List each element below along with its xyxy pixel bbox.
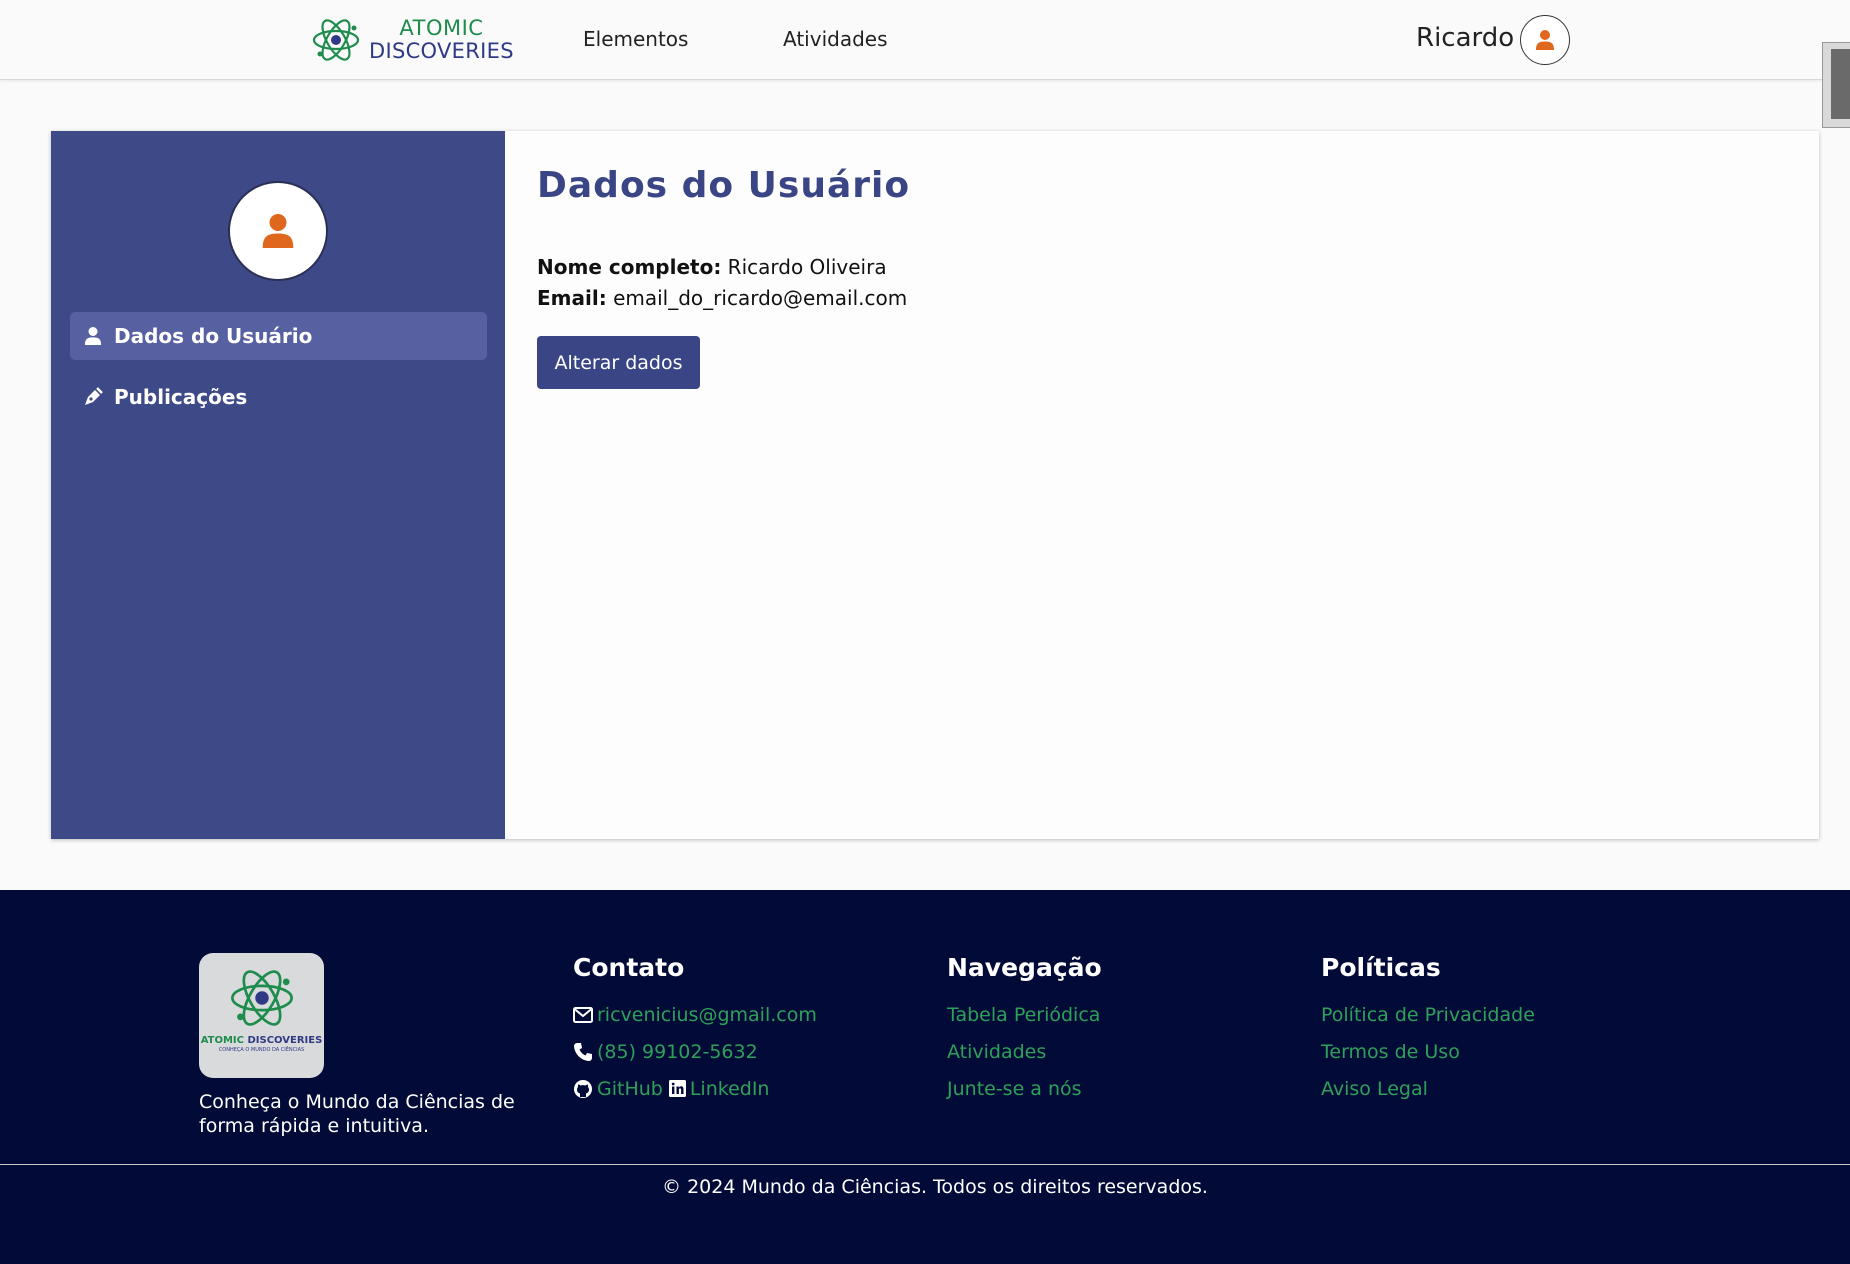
contact-email-text: ricvenicius@gmail.com xyxy=(597,1003,817,1026)
email-field: Email: email_do_ricardo@email.com xyxy=(537,286,907,310)
username-label: Ricardo xyxy=(1416,23,1515,53)
linkedin-link[interactable]: LinkedIn xyxy=(690,1078,770,1100)
footer-logo: ATOMIC DISCOVERIES CONHEÇA O MUNDO DA CI… xyxy=(199,953,324,1078)
site-logo[interactable]: ATOMIC DISCOVERIES xyxy=(311,14,521,66)
logo-text-discoveries: DISCOVERIES xyxy=(369,39,514,63)
user-icon xyxy=(84,327,102,345)
envelope-icon xyxy=(573,1006,593,1023)
pen-icon xyxy=(85,387,103,405)
footer-policies-title: Políticas xyxy=(1321,953,1441,982)
contact-social-links: GitHub LinkedIn xyxy=(573,1070,817,1107)
phone-icon xyxy=(574,1042,592,1061)
profile-sidebar: Dados do Usuário Publicações xyxy=(51,131,505,839)
footer-contact-title: Contato xyxy=(573,953,685,982)
page-title: Dados do Usuário xyxy=(537,165,911,206)
top-navbar: ATOMIC DISCOVERIES Elementos Atividades … xyxy=(0,0,1850,128)
profile-avatar xyxy=(228,181,328,281)
footer-link-tabela-periodica[interactable]: Tabela Periódica xyxy=(947,996,1102,1033)
footer-logo-tagline: CONHEÇA O MUNDO DA CIÊNCIAS xyxy=(218,1047,305,1053)
profile-card: Dados do Usuário Publicações Dados do Us… xyxy=(51,131,1819,839)
atom-icon xyxy=(230,970,293,1026)
github-icon xyxy=(574,1079,592,1098)
email-value: email_do_ricardo@email.com xyxy=(606,286,908,310)
contact-email-link[interactable]: ricvenicius@gmail.com xyxy=(573,996,817,1033)
footer-link-aviso-legal[interactable]: Aviso Legal xyxy=(1321,1070,1535,1107)
footer-link-atividades[interactable]: Atividades xyxy=(947,1033,1102,1070)
footer-navigation-title: Navegação xyxy=(947,953,1102,982)
user-icon xyxy=(262,214,294,248)
copyright-text: © 2024 Mundo da Ciências. Todos os direi… xyxy=(662,1176,1208,1198)
nav-link-atividades[interactable]: Atividades xyxy=(783,27,888,51)
footer-link-termos[interactable]: Termos de Uso xyxy=(1321,1033,1535,1070)
github-link[interactable]: GitHub xyxy=(597,1078,663,1100)
logo-text-atomic: ATOMIC xyxy=(399,16,484,40)
user-menu-button[interactable] xyxy=(1520,15,1570,65)
sidebar-item-publicacoes[interactable]: Publicações xyxy=(70,373,487,421)
full-name-field: Nome completo: Ricardo Oliveira xyxy=(537,255,887,279)
linkedin-icon xyxy=(668,1080,686,1097)
nav-link-elementos[interactable]: Elementos xyxy=(583,27,688,51)
footer-logo-text: ATOMIC DISCOVERIES xyxy=(200,1035,323,1046)
sidebar-item-label: Dados do Usuário xyxy=(114,324,313,348)
full-name-label: Nome completo: xyxy=(537,255,722,279)
side-tab-handle[interactable] xyxy=(1822,42,1850,128)
footer-divider xyxy=(0,1164,1850,1165)
footer-contact-column: Contato ricvenicius@gmail.com (85) 99102… xyxy=(573,953,817,1107)
sidebar-item-label: Publicações xyxy=(114,385,248,409)
atom-icon xyxy=(312,19,360,61)
footer-navigation-column: Navegação Tabela Periódica Atividades Ju… xyxy=(947,953,1102,1107)
footer-policies-column: Políticas Política de Privacidade Termos… xyxy=(1321,953,1535,1107)
footer-link-junte-se[interactable]: Junte-se a nós xyxy=(947,1070,1102,1107)
full-name-value: Ricardo Oliveira xyxy=(721,255,887,279)
edit-data-button[interactable]: Alterar dados xyxy=(537,336,700,389)
email-label: Email: xyxy=(537,286,607,310)
sidebar-item-dados-usuario[interactable]: Dados do Usuário xyxy=(70,312,487,360)
contact-phone: (85) 99102-5632 xyxy=(573,1033,817,1070)
user-icon xyxy=(1536,30,1554,50)
footer-link-privacidade[interactable]: Política de Privacidade xyxy=(1321,996,1535,1033)
contact-phone-text: (85) 99102-5632 xyxy=(597,1040,758,1063)
site-footer: ATOMIC DISCOVERIES CONHEÇA O MUNDO DA CI… xyxy=(0,890,1850,1264)
footer-description: Conheça o Mundo da Ciências de forma ráp… xyxy=(199,1091,515,1137)
